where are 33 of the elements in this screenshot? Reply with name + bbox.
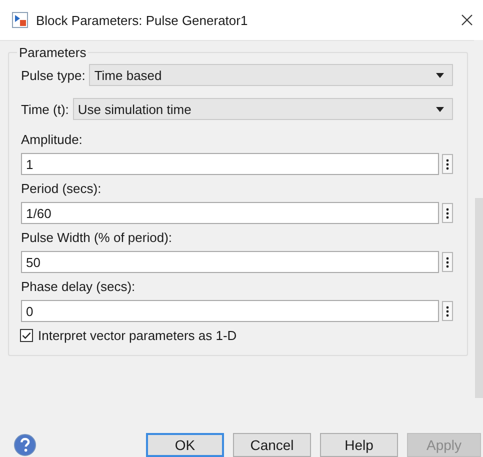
field-label: Pulse Width (% of period):	[21, 230, 174, 245]
checkbox-label: Interpret vector parameters as 1-D	[38, 328, 237, 343]
caret-icon	[436, 72, 444, 78]
more-button[interactable]	[442, 252, 453, 272]
check-icon	[22, 332, 31, 339]
dots-icon	[446, 256, 449, 268]
input-field[interactable]: 50	[21, 251, 439, 273]
group-title: Parameters	[18, 45, 88, 60]
input-field[interactable]: 0	[21, 300, 439, 322]
dialog-button[interactable]: Cancel	[233, 433, 311, 457]
more-button[interactable]	[442, 301, 453, 321]
checkbox[interactable]	[20, 329, 33, 342]
dialog-button[interactable]: Help	[320, 433, 398, 457]
more-button[interactable]	[442, 154, 453, 174]
dropdown[interactable]: Use simulation time	[72, 98, 453, 120]
field-label: Period (secs):	[21, 181, 102, 196]
input-field[interactable]: 1/60	[21, 202, 439, 224]
more-button[interactable]	[442, 203, 453, 223]
help-icon[interactable]	[14, 434, 36, 456]
dots-icon	[446, 158, 449, 170]
window-title: Block Parameters: Pulse Generator1	[36, 12, 249, 28]
caret-icon	[436, 106, 444, 112]
field-label: Phase delay (secs):	[21, 279, 136, 294]
close-icon[interactable]	[461, 14, 473, 26]
app-icon	[12, 12, 28, 28]
field-label: Pulse type:	[21, 68, 86, 82]
field-label: Time (t):	[21, 102, 69, 116]
dialog-button[interactable]: OK	[146, 433, 224, 457]
input-field[interactable]: 1	[21, 153, 439, 175]
dropdown[interactable]: Time based	[89, 64, 453, 86]
dots-icon	[446, 208, 449, 218]
dots-icon	[446, 306, 449, 316]
field-label: Amplitude:	[21, 132, 84, 147]
